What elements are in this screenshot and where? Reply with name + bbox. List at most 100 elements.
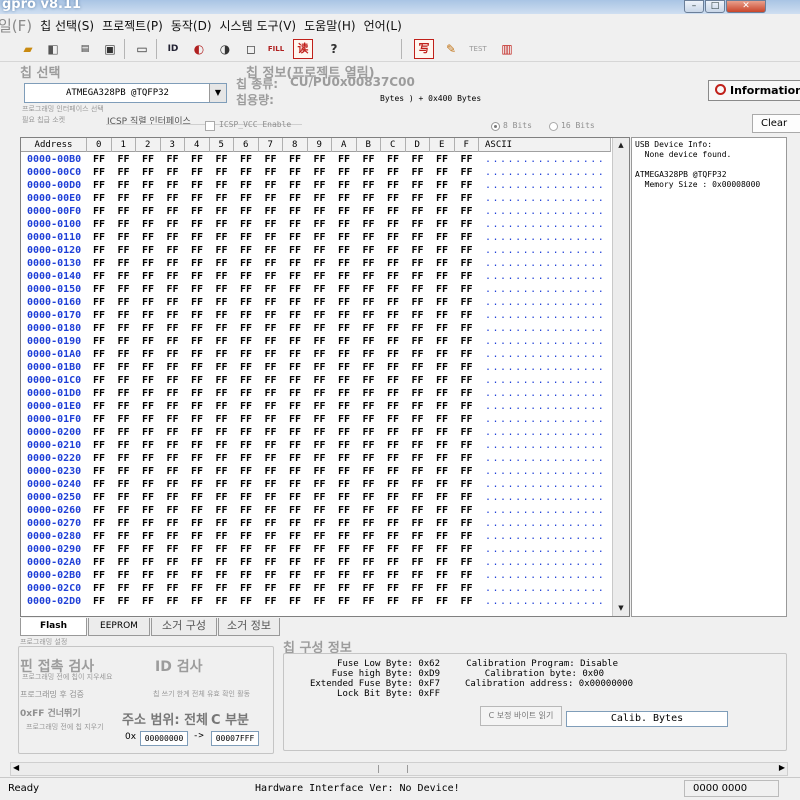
hex-byte[interactable]: FF: [289, 400, 301, 413]
hex-byte[interactable]: FF: [142, 257, 154, 270]
hex-byte[interactable]: FF: [191, 452, 203, 465]
hex-byte[interactable]: FF: [216, 179, 228, 192]
hex-byte[interactable]: FF: [142, 296, 154, 309]
hex-byte[interactable]: FF: [216, 530, 228, 543]
end-address-input[interactable]: 00007FFF: [211, 731, 259, 746]
hex-byte[interactable]: FF: [338, 244, 350, 257]
hex-byte[interactable]: FF: [412, 452, 424, 465]
hex-byte[interactable]: FF: [240, 491, 252, 504]
hex-byte[interactable]: FF: [412, 595, 424, 608]
hex-byte[interactable]: FF: [289, 296, 301, 309]
hex-byte[interactable]: FF: [142, 569, 154, 582]
hex-byte[interactable]: FF: [436, 517, 448, 530]
hex-byte[interactable]: FF: [216, 244, 228, 257]
hex-byte[interactable]: FF: [461, 387, 473, 400]
vertical-scrollbar[interactable]: ▲ ▼: [612, 138, 629, 616]
hex-byte[interactable]: FF: [387, 166, 399, 179]
hex-byte[interactable]: FF: [167, 426, 179, 439]
hex-byte[interactable]: FF: [167, 530, 179, 543]
hex-byte[interactable]: FF: [338, 543, 350, 556]
hex-byte[interactable]: FF: [338, 374, 350, 387]
hex-byte[interactable]: FF: [314, 569, 326, 582]
hex-byte[interactable]: FF: [461, 192, 473, 205]
hex-byte[interactable]: FF: [167, 556, 179, 569]
hex-byte[interactable]: FF: [289, 244, 301, 257]
hex-row[interactable]: 0000-0230 FF FF FF FF FF FF FF FF FF FF FF FF FF FF FF F…: [21, 465, 611, 478]
hex-byte[interactable]: FF: [436, 491, 448, 504]
hex-byte[interactable]: FF: [314, 530, 326, 543]
hex-byte[interactable]: FF: [265, 413, 277, 426]
hex-byte[interactable]: FF: [265, 270, 277, 283]
hex-byte[interactable]: FF: [142, 309, 154, 322]
hex-byte[interactable]: FF: [167, 504, 179, 517]
hex-byte[interactable]: FF: [314, 322, 326, 335]
hex-byte[interactable]: FF: [167, 192, 179, 205]
hex-byte[interactable]: FF: [412, 283, 424, 296]
hex-byte[interactable]: FF: [142, 348, 154, 361]
hex-byte[interactable]: FF: [387, 309, 399, 322]
scroll-left-icon[interactable]: ◀: [13, 763, 19, 772]
hex-byte[interactable]: FF: [142, 218, 154, 231]
hex-byte[interactable]: FF: [265, 166, 277, 179]
hex-byte[interactable]: FF: [289, 465, 301, 478]
hex-byte[interactable]: FF: [265, 374, 277, 387]
hex-byte[interactable]: FF: [387, 439, 399, 452]
hex-byte[interactable]: FF: [216, 517, 228, 530]
hex-byte[interactable]: FF: [142, 413, 154, 426]
hex-byte[interactable]: FF: [412, 153, 424, 166]
hex-byte[interactable]: FF: [191, 400, 203, 413]
hex-byte[interactable]: FF: [118, 569, 130, 582]
hex-row[interactable]: 0000-01B0 FF FF FF FF FF FF FF FF FF FF FF FF FF FF FF F…: [21, 361, 611, 374]
hex-byte[interactable]: FF: [338, 478, 350, 491]
hex-byte[interactable]: FF: [436, 335, 448, 348]
hex-byte[interactable]: FF: [289, 270, 301, 283]
hex-byte[interactable]: FF: [289, 231, 301, 244]
hex-row[interactable]: 0000-0100 FF FF FF FF FF FF FF FF FF FF FF FF FF FF FF F…: [21, 218, 611, 231]
hex-byte[interactable]: FF: [338, 179, 350, 192]
hex-byte[interactable]: FF: [387, 257, 399, 270]
hex-byte[interactable]: FF: [412, 231, 424, 244]
hex-byte[interactable]: FF: [412, 413, 424, 426]
hex-byte[interactable]: FF: [461, 517, 473, 530]
hex-byte[interactable]: FF: [289, 205, 301, 218]
hex-byte[interactable]: FF: [240, 166, 252, 179]
hex-row[interactable]: 0000-01D0 FF FF FF FF FF FF FF FF FF FF FF FF FF FF FF F…: [21, 387, 611, 400]
hex-byte[interactable]: FF: [289, 530, 301, 543]
hex-byte[interactable]: FF: [436, 166, 448, 179]
hex-byte[interactable]: FF: [387, 387, 399, 400]
hex-byte[interactable]: FF: [240, 192, 252, 205]
hex-byte[interactable]: FF: [240, 465, 252, 478]
hex-byte[interactable]: FF: [142, 361, 154, 374]
hex-byte[interactable]: FF: [265, 335, 277, 348]
hex-byte[interactable]: FF: [191, 595, 203, 608]
hex-byte[interactable]: FF: [338, 166, 350, 179]
hex-byte[interactable]: FF: [363, 465, 375, 478]
hex-byte[interactable]: FF: [289, 179, 301, 192]
hex-byte[interactable]: FF: [191, 530, 203, 543]
hex-byte[interactable]: FF: [338, 504, 350, 517]
hex-byte[interactable]: FF: [167, 452, 179, 465]
hex-byte[interactable]: FF: [314, 556, 326, 569]
hex-byte[interactable]: FF: [461, 179, 473, 192]
hex-byte[interactable]: FF: [240, 413, 252, 426]
hex-byte[interactable]: FF: [216, 400, 228, 413]
hex-byte[interactable]: FF: [289, 192, 301, 205]
hex-byte[interactable]: FF: [412, 439, 424, 452]
hex-byte[interactable]: FF: [461, 231, 473, 244]
hex-byte[interactable]: FF: [289, 309, 301, 322]
verify-after-label[interactable]: 프로그래밍 후 검증: [20, 689, 84, 700]
hex-byte[interactable]: FF: [289, 439, 301, 452]
hex-byte[interactable]: FF: [338, 530, 350, 543]
hex-byte[interactable]: FF: [191, 465, 203, 478]
hex-byte[interactable]: FF: [167, 322, 179, 335]
verify-icon[interactable]: ◑: [215, 39, 235, 59]
hex-byte[interactable]: FF: [363, 491, 375, 504]
hex-byte[interactable]: FF: [363, 504, 375, 517]
hex-byte[interactable]: FF: [363, 478, 375, 491]
hex-byte[interactable]: FF: [216, 452, 228, 465]
hex-byte[interactable]: FF: [363, 192, 375, 205]
hex-byte[interactable]: FF: [314, 283, 326, 296]
hex-byte[interactable]: FF: [436, 231, 448, 244]
hex-byte[interactable]: FF: [142, 400, 154, 413]
hex-byte[interactable]: FF: [314, 452, 326, 465]
